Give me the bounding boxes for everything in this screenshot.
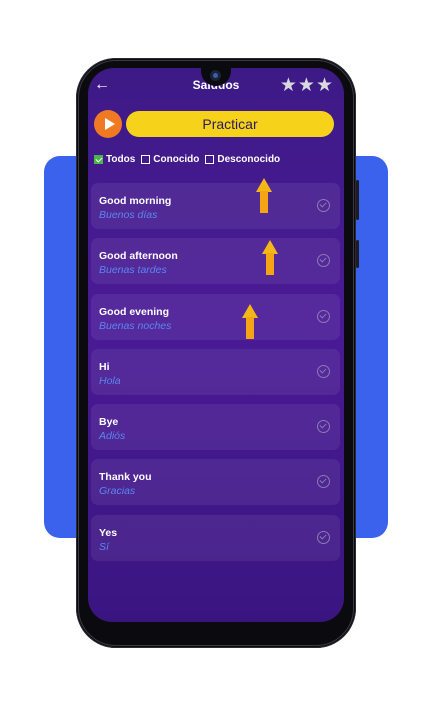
translation-text: Adiós	[99, 430, 126, 443]
list-item[interactable]: Good afternoon Buenas tardes	[91, 238, 340, 285]
checkbox-checked-icon[interactable]	[94, 154, 103, 164]
list-item[interactable]: Good morning Buenos días	[91, 183, 340, 229]
check-circle-icon[interactable]	[317, 364, 330, 378]
list-item[interactable]: Hi Hola	[91, 348, 340, 395]
phrase-text: Yes	[99, 526, 118, 539]
power-button	[356, 240, 359, 268]
check-circle-icon[interactable]	[317, 199, 330, 212]
list-item[interactable]: Thank you Gracias	[91, 459, 340, 506]
check-circle-icon[interactable]	[317, 475, 330, 489]
filter-unknown-label: Desconocido	[217, 153, 281, 165]
arrow-up-icon	[242, 304, 258, 340]
phrase-text: Thank you	[99, 471, 152, 484]
arrow-up-icon	[256, 178, 272, 214]
arrow-up-icon	[262, 240, 278, 276]
phrase-text: Good morning	[99, 195, 172, 207]
checkbox-icon[interactable]	[141, 154, 151, 164]
phrase-text: Good afternoon	[99, 250, 178, 263]
check-circle-icon[interactable]	[317, 420, 330, 434]
translation-text: Sí	[99, 540, 109, 553]
checkbox-icon[interactable]	[205, 154, 215, 164]
filter-known-label: Conocido	[153, 153, 200, 165]
filter-all-label: Todos	[106, 153, 136, 165]
volume-button	[356, 180, 359, 220]
translation-text: Buenas noches	[99, 319, 172, 332]
translation-text: Buenos días	[99, 209, 158, 221]
check-circle-icon[interactable]	[317, 530, 330, 544]
list-item[interactable]: Bye Adiós	[91, 404, 340, 451]
filter-unknown[interactable]: Desconocido	[205, 154, 280, 165]
filter-all[interactable]: Todos	[94, 154, 135, 165]
phrase-list: Good morning Buenos días Good afternoon …	[91, 183, 340, 570]
translation-text: Buenas tardes	[99, 264, 167, 277]
camera-icon	[210, 70, 221, 81]
app-screen: ← Saludos ★★★ Practicar Todos Conocido D…	[88, 68, 344, 622]
check-circle-icon[interactable]	[317, 254, 330, 268]
play-icon[interactable]	[94, 110, 122, 138]
filter-bar: Todos Conocido Desconocido	[94, 152, 280, 166]
phrase-text: Hi	[99, 360, 110, 373]
filter-known[interactable]: Conocido	[141, 154, 199, 165]
translation-text: Gracias	[99, 485, 136, 498]
phrase-text: Bye	[99, 416, 119, 429]
star-rating-icon: ★★★	[279, 75, 334, 96]
practice-button[interactable]: Practicar	[126, 111, 334, 137]
translation-text: Hola	[99, 374, 121, 387]
phrase-text: Good evening	[99, 305, 170, 318]
list-item[interactable]: Yes Sí	[91, 514, 340, 561]
list-item[interactable]: Good evening Buenas noches	[91, 293, 340, 340]
check-circle-icon[interactable]	[317, 309, 330, 323]
